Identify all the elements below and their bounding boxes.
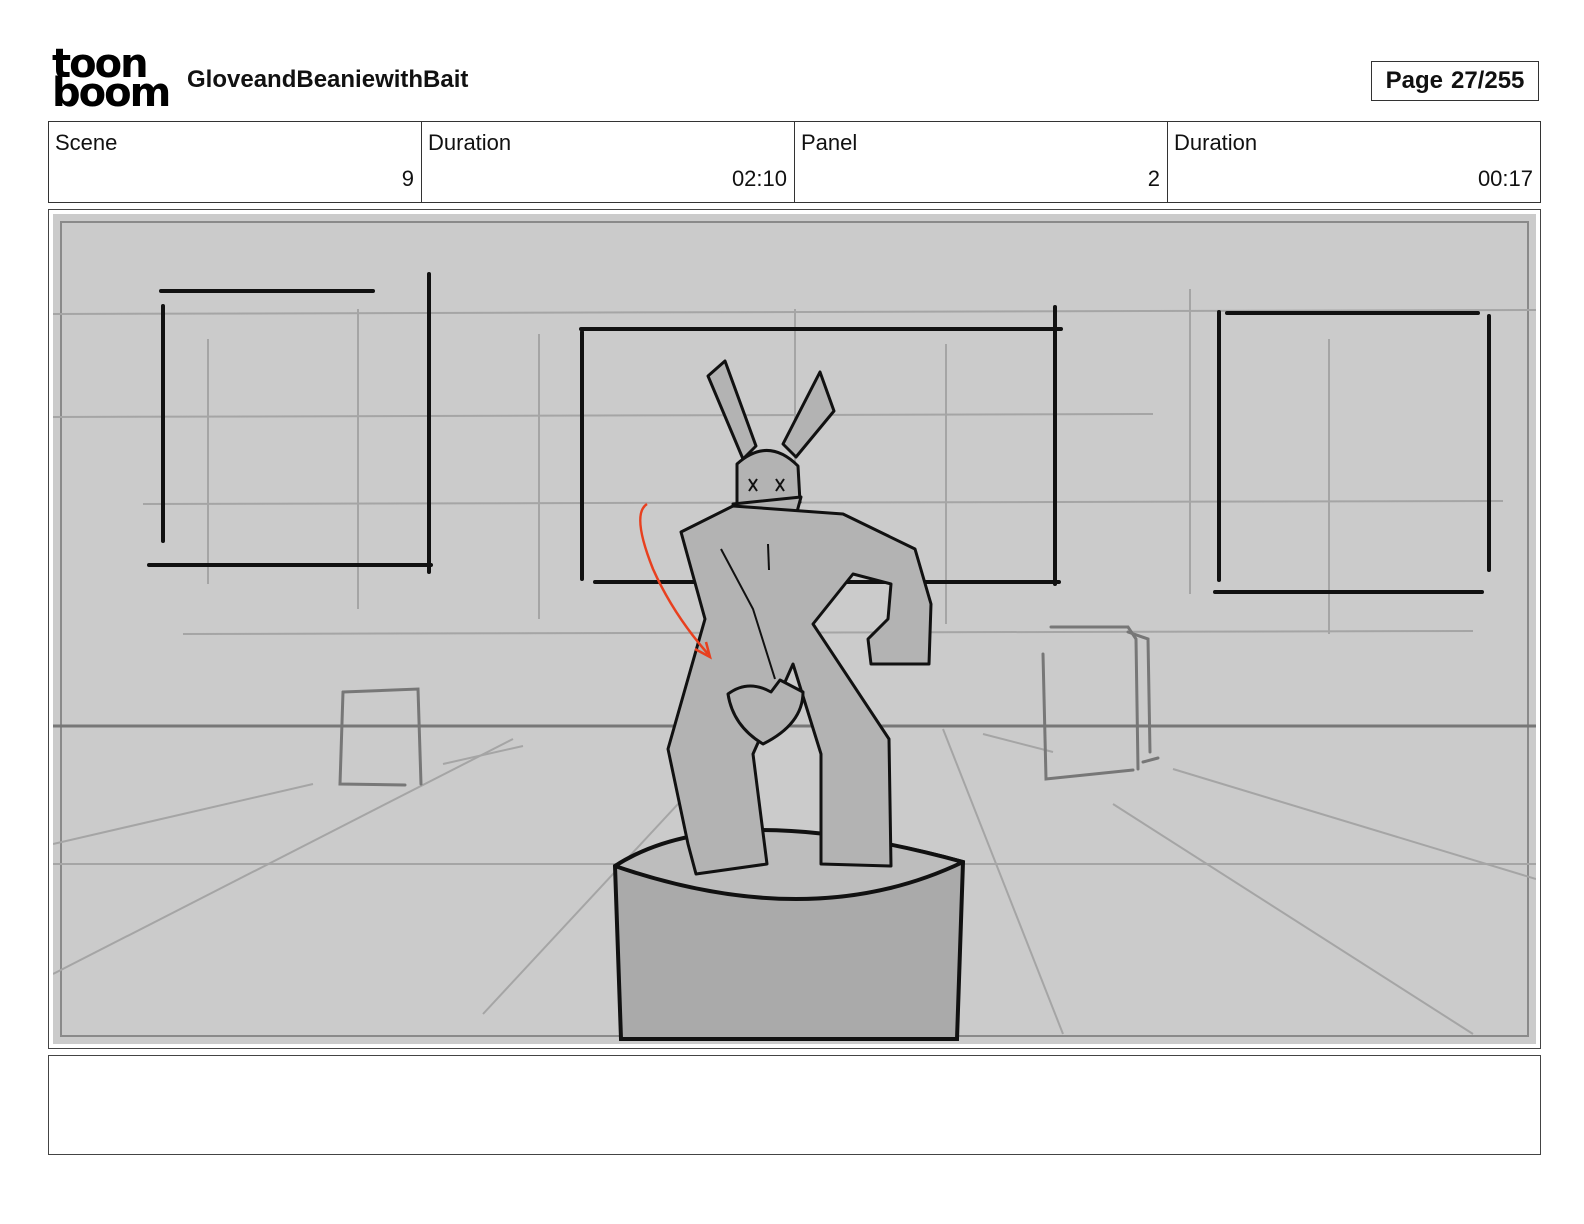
storyboard-panel (48, 209, 1541, 1049)
scene-label: Scene (55, 130, 118, 155)
toonboom-logo: toon boom (52, 41, 171, 116)
scene-value: 9 (401, 166, 414, 191)
panel-sketch (53, 214, 1536, 1044)
panel-duration-label: Duration (1174, 130, 1258, 155)
page-label: Page (1385, 67, 1443, 94)
panel-label: Panel (801, 130, 858, 155)
panel-info-row: Scene 9 Duration 02:10 Panel 2 Duration … (48, 121, 1541, 203)
scene-duration-label: Duration (428, 130, 512, 155)
scene-duration-value: 02:10 (731, 166, 787, 191)
panel-cell: Panel 2 (795, 122, 1168, 202)
panel-duration-value: 00:17 (1477, 166, 1533, 191)
logo-wordmark: toon boom (52, 41, 171, 116)
scene-cell: Scene 9 (49, 122, 422, 202)
scene-duration-cell: Duration 02:10 (422, 122, 795, 202)
project-title: GloveandBeaniewithBait (187, 66, 469, 93)
panel-duration-cell: Duration 00:17 (1168, 122, 1540, 202)
panel-notes-box (48, 1055, 1541, 1155)
panel-value: 2 (1147, 166, 1160, 191)
page-value: 27/255 (1450, 67, 1525, 94)
statue-pedestal (612, 828, 966, 1041)
page-indicator: Page 27/255 (1371, 61, 1539, 101)
